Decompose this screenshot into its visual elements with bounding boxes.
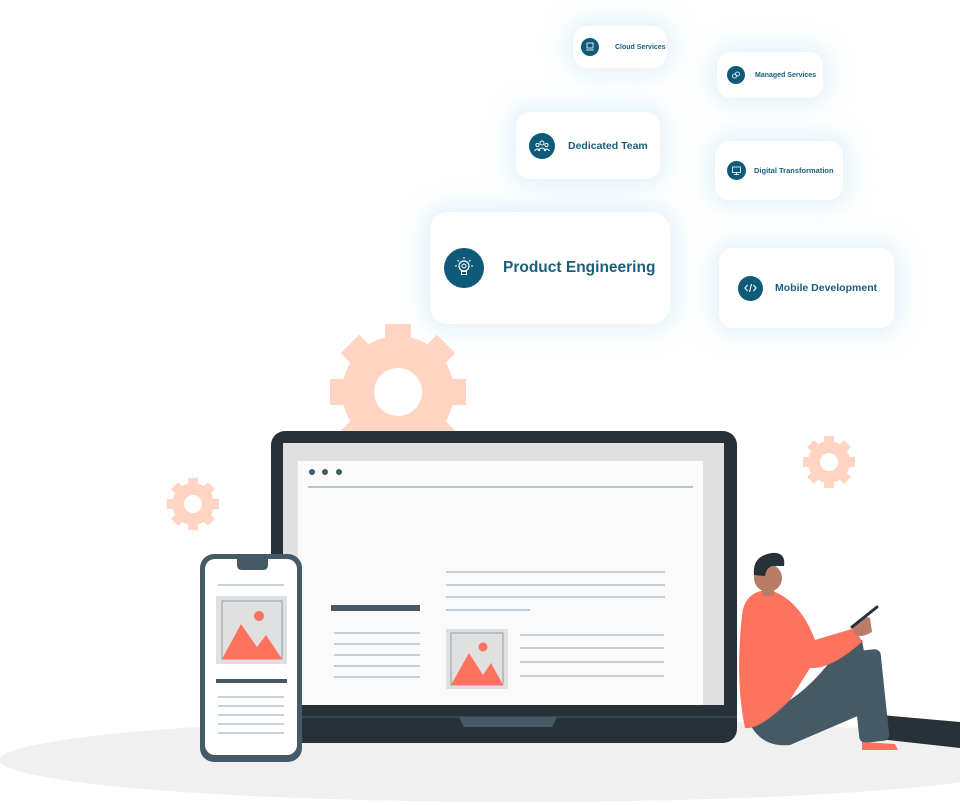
laptop	[271, 431, 737, 743]
gear-small-left-icon	[167, 478, 219, 530]
person-sitting	[739, 552, 960, 750]
illustration	[167, 324, 960, 762]
gear-small-right-icon	[803, 436, 855, 488]
smartphone	[200, 554, 302, 762]
